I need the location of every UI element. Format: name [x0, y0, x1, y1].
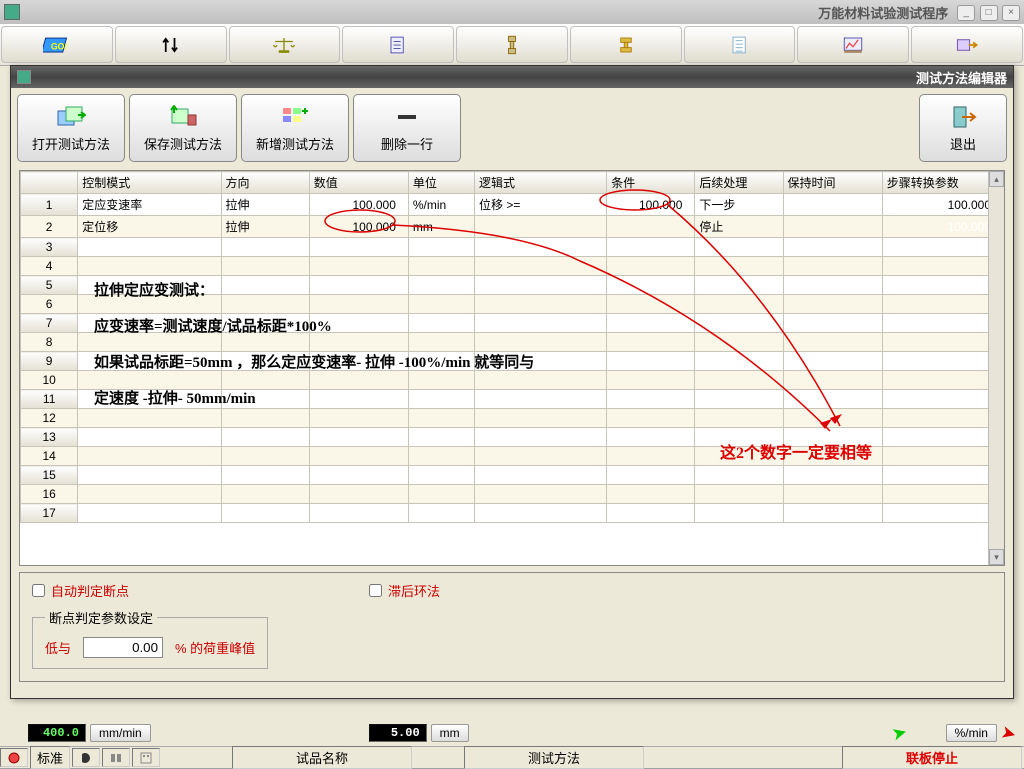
- svg-text:GO!: GO!: [51, 41, 68, 51]
- speed-display: 400.0: [28, 724, 86, 742]
- method-editor-dialog: 测试方法编辑器 打开测试方法 保存测试方法 新增测试方法 删除一行 退出: [10, 65, 1014, 699]
- app-icon: [4, 4, 20, 20]
- sb-sample[interactable]: 试品名称: [232, 746, 412, 769]
- toolbar-fixture-button[interactable]: [456, 26, 568, 63]
- low-label: 低与: [45, 638, 71, 657]
- col-post[interactable]: 后续处理: [695, 172, 783, 194]
- col-logic[interactable]: 逻辑式: [474, 172, 606, 194]
- open-icon: [55, 104, 87, 130]
- toolbar-clamp-button[interactable]: [570, 26, 682, 63]
- toolbar-chart-button[interactable]: [797, 26, 909, 63]
- break-params-fieldset: 断点判定参数设定 低与 % 的荷重峰值: [32, 608, 268, 669]
- main-toolbar: GO!: [0, 24, 1024, 66]
- new-icon: [279, 104, 311, 130]
- col-step[interactable]: 步骤转换参数: [882, 172, 1003, 194]
- table-row[interactable]: 1定应变速率拉伸100.000%/min位移 >=100.000下一步100.0…: [21, 194, 1004, 216]
- corner-header: [21, 172, 78, 194]
- sb-icon2[interactable]: [72, 748, 100, 768]
- break-value-input[interactable]: [83, 637, 163, 658]
- exit-button[interactable]: 退出: [919, 94, 1007, 162]
- toolbar-doc-button[interactable]: [342, 26, 454, 63]
- col-unit[interactable]: 单位: [408, 172, 474, 194]
- col-cond[interactable]: 条件: [607, 172, 695, 194]
- table-row[interactable]: 17: [21, 504, 1004, 523]
- new-method-button[interactable]: 新增测试方法: [241, 94, 349, 162]
- dialog-title: 测试方法编辑器: [916, 68, 1007, 87]
- toolbar-export-button[interactable]: [911, 26, 1023, 63]
- sb-icon3[interactable]: [102, 748, 130, 768]
- toolbar-updown-button[interactable]: [115, 26, 227, 63]
- delete-row-button[interactable]: 删除一行: [353, 94, 461, 162]
- maximize-button[interactable]: □: [980, 5, 998, 21]
- col-dir[interactable]: 方向: [221, 172, 309, 194]
- sb-board-stop: 联板停止: [842, 746, 1022, 769]
- table-row[interactable]: 2定位移拉伸100.000mm停止100.000: [21, 216, 1004, 238]
- sb-icon4[interactable]: [132, 748, 160, 768]
- dialog-titlebar: 测试方法编辑器: [11, 66, 1013, 88]
- table-row[interactable]: 16: [21, 485, 1004, 504]
- table-row[interactable]: 15: [21, 466, 1004, 485]
- col-val[interactable]: 数值: [309, 172, 408, 194]
- sb-icon1[interactable]: [0, 748, 28, 768]
- auto-break-checkbox[interactable]: 自动判定断点: [32, 581, 129, 600]
- fieldset-legend: 断点判定参数设定: [45, 608, 157, 627]
- arrow-down-icon: ➤: [890, 721, 910, 745]
- window-controls: _ □ ×: [956, 4, 1020, 21]
- save-icon: [167, 104, 199, 130]
- toolbar-go-button[interactable]: GO!: [1, 26, 113, 63]
- delete-icon: [391, 104, 423, 130]
- exit-icon: [947, 104, 979, 130]
- annotation-text: 这2个数字一定要相等: [720, 439, 872, 463]
- toolbar-report-button[interactable]: [684, 26, 796, 63]
- rate-unit-button[interactable]: %/min: [946, 724, 997, 742]
- statusbar: 标准 试品名称 测试方法 联板停止: [0, 746, 1024, 768]
- toolbar-balance-button[interactable]: [229, 26, 341, 63]
- vertical-scrollbar[interactable]: [988, 171, 1004, 565]
- open-method-button[interactable]: 打开测试方法: [17, 94, 125, 162]
- percent-label: % 的荷重峰值: [175, 638, 255, 657]
- table-row[interactable]: 3: [21, 238, 1004, 257]
- hysteresis-checkbox[interactable]: 滞后环法: [369, 581, 440, 600]
- col-hold[interactable]: 保持时间: [783, 172, 882, 194]
- dialog-toolbar: 打开测试方法 保存测试方法 新增测试方法 删除一行 退出: [11, 88, 1013, 168]
- arrow-right-icon: ➤: [998, 721, 1018, 745]
- speed-unit-button[interactable]: mm/min: [90, 724, 151, 742]
- minimize-button[interactable]: _: [957, 5, 975, 21]
- main-title: 万能材料试验测试程序: [818, 3, 948, 22]
- status-strip: 400.0 mm/min 5.00 mm ➤ %/min ➤: [0, 722, 1024, 744]
- close-button[interactable]: ×: [1002, 5, 1020, 21]
- dialog-icon: [17, 70, 31, 84]
- main-titlebar: 万能材料试验测试程序 _ □ ×: [0, 0, 1024, 24]
- bottom-panel: 自动判定断点 滞后环法 断点判定参数设定 低与 % 的荷重峰值: [19, 572, 1005, 682]
- sb-standard[interactable]: 标准: [30, 746, 70, 769]
- sb-method[interactable]: 测试方法: [464, 746, 644, 769]
- note-block: 拉伸定应变测试： 应变速率=测试速度/试品标距*100% 如果试品标距=50mm…: [94, 273, 534, 417]
- col-mode[interactable]: 控制模式: [78, 172, 221, 194]
- disp-unit-button[interactable]: mm: [431, 724, 469, 742]
- save-method-button[interactable]: 保存测试方法: [129, 94, 237, 162]
- grid-container: 控制模式 方向 数值 单位 逻辑式 条件 后续处理 保持时间 步骤转换参数 1定…: [19, 170, 1005, 566]
- disp-display: 5.00: [369, 724, 427, 742]
